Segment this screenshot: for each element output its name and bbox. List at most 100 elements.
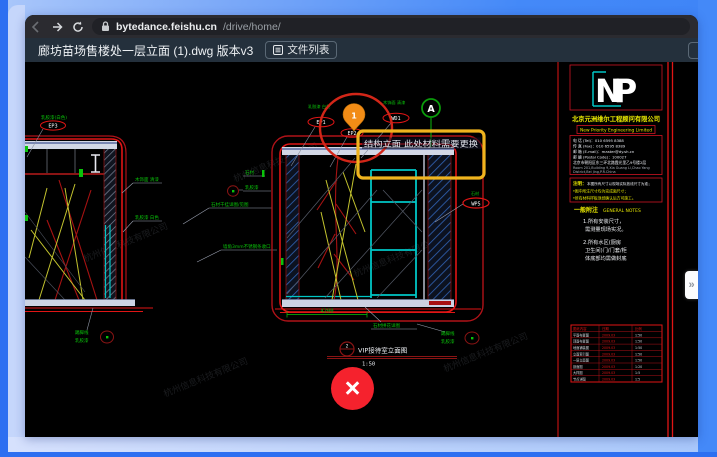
chevron-right-icon: » — [688, 279, 694, 291]
svg-text:1:50: 1:50 — [635, 352, 642, 356]
document-title: 廊坊苗场售楼处一层立面 (1).dwg 版本v3 — [38, 42, 253, 59]
svg-text:杭州信息科技有限公司: 杭州信息科技有限公司 — [232, 140, 320, 185]
file-list-button-label: 文件列表 — [287, 45, 329, 56]
svg-text:乳胶漆: 乳胶漆 — [441, 338, 455, 345]
comment-pin[interactable]: 1 — [343, 104, 365, 132]
contact-info: 电 话 (Tel)：010 6595 8388 传 真 (Fax)：010 65… — [570, 136, 662, 175]
close-icon: × — [345, 375, 361, 402]
close-preview-button[interactable]: × — [331, 367, 374, 410]
svg-text:VIP接待室立面图: VIP接待室立面图 — [358, 346, 407, 355]
svg-text:木饰面 清漆: 木饰面 清漆 — [135, 176, 159, 183]
sidebar-expand-button[interactable]: » — [685, 271, 698, 299]
middle-cyan-shelf-frame — [371, 170, 416, 298]
svg-text:平面布置图: 平面布置图 — [573, 332, 589, 337]
svg-text:杭州信息科技有限公司: 杭州信息科技有限公司 — [442, 330, 530, 375]
middle-hatch-left — [286, 155, 299, 300]
svg-text:杭州信息科技有限公司: 杭州信息科技有限公司 — [162, 355, 250, 400]
svg-text:EP3: EP3 — [48, 124, 57, 130]
comment-pin-number: 1 — [351, 112, 357, 121]
reload-icon — [72, 21, 84, 33]
svg-text:1:50: 1:50 — [635, 346, 642, 350]
svg-text:踢脚线: 踢脚线 — [441, 330, 455, 337]
left-ceiling-band — [25, 141, 117, 149]
reload-button[interactable] — [71, 20, 85, 34]
remarks-box: 注明： 本图所有尺寸以现场实际放线尺寸为准； *图中所注尺寸均为完成面尺寸； *… — [570, 178, 662, 202]
svg-text:1.所有安装尺寸，: 1.所有安装尺寸， — [583, 217, 624, 225]
svg-text:GENERAL NOTES: GENERAL NOTES — [603, 208, 641, 214]
svg-text:木饰面 清漆: 木饰面 清漆 — [383, 99, 405, 106]
title-block: NP 北京元洲维尔工程顾问有限公司 New Priority Engineeri… — [558, 62, 673, 437]
svg-text:2009.03: 2009.03 — [602, 365, 615, 369]
company-logo: NP — [593, 72, 637, 110]
svg-text:EP2: EP2 — [347, 131, 356, 137]
svg-text:大样图: 大样图 — [573, 370, 583, 375]
svg-text:*图中所注尺寸均为完成面尺寸；: *图中所注尺寸均为完成面尺寸； — [573, 189, 628, 194]
middle-branch-decor-yellow — [321, 164, 365, 300]
url-path: /drive/home/ — [223, 21, 281, 33]
svg-text:1:5: 1:5 — [635, 378, 640, 382]
svg-text:WP5: WP5 — [471, 202, 480, 208]
svg-text:传 真 (Fax)：010 6595 8389: 传 真 (Fax)：010 6595 8389 — [573, 144, 626, 149]
middle-floor-band — [282, 300, 454, 307]
forward-button[interactable] — [50, 20, 64, 34]
svg-text:2: 2 — [346, 344, 349, 350]
svg-text:乳胶漆(白色): 乳胶漆(白色) — [41, 114, 67, 121]
svg-text:NP: NP — [595, 72, 637, 110]
file-list-button[interactable]: 文件列表 — [265, 41, 337, 59]
svg-text:WD1: WD1 — [391, 116, 400, 122]
svg-text:体底部均需做封底: 体底部均需做封底 — [585, 254, 627, 262]
lock-icon — [101, 21, 110, 32]
svg-text:电 话 (Tel)：010 6595 8388: 电 话 (Tel)：010 6595 8388 — [573, 138, 624, 143]
svg-text:1:50: 1:50 — [635, 359, 642, 363]
svg-text:墙角3mm不锈钢条收口: 墙角3mm不锈钢条收口 — [223, 243, 271, 250]
svg-text:A: A — [427, 104, 435, 115]
svg-text:日期: 日期 — [602, 326, 609, 331]
forward-arrow-icon — [51, 21, 63, 33]
svg-text:District,Bei Jing,P.R.China: District,Bei Jing,P.R.China — [573, 170, 616, 174]
svg-text:需测量现场实况。: 需测量现场实况。 — [585, 225, 627, 233]
svg-text:乳胶漆 白色: 乳胶漆 白色 — [135, 214, 159, 221]
svg-text:一层立面图: 一层立面图 — [573, 358, 589, 363]
svg-text:2009.03: 2009.03 — [602, 333, 615, 337]
svg-text:2009.03: 2009.03 — [602, 371, 615, 375]
svg-text:石材: 石材 — [471, 190, 479, 196]
svg-text:2009.03: 2009.03 — [602, 340, 615, 344]
svg-text:2009.03: 2009.03 — [602, 359, 615, 363]
middle-skirting-label: 踢脚线 乳胶漆 — [441, 330, 479, 345]
desktop-edge-left — [0, 0, 8, 457]
svg-text:注明：: 注明： — [573, 180, 587, 187]
general-notes: 一般附注 GENERAL NOTES 1.所有安装尺寸， 需测量现场实况。 2.… — [574, 206, 641, 262]
between-spec-labels: 木饰面 清漆 乳胶漆 白色 石材 乳胶漆 石材干挂详图/见图 墙角3mm不锈钢条… — [122, 169, 277, 262]
left-skirting-label: 踢脚线 乳胶漆 — [75, 308, 114, 344]
svg-text:2009.03: 2009.03 — [602, 352, 615, 356]
svg-text:立面索引图: 立面索引图 — [573, 351, 589, 356]
left-elevation-drawing: 乳胶漆(白色) EP3 踢脚线 乳胶漆 — [25, 114, 153, 344]
svg-text:石材: 石材 — [245, 169, 254, 176]
browser-window: bytedance.feishu.cn/drive/home/ 廊坊苗场售楼处一… — [25, 15, 698, 437]
url-bar[interactable]: bytedance.feishu.cn/drive/home/ — [92, 18, 690, 35]
svg-text:剖面图: 剖面图 — [573, 364, 583, 369]
company-name-cn: 北京元洲维尔工程顾问有限公司 — [572, 114, 660, 123]
svg-text:比例: 比例 — [635, 326, 642, 331]
drawing-caption: 2 VIP接待室立面图 1:50 — [327, 342, 457, 368]
svg-text:1:20: 1:20 — [635, 365, 642, 369]
svg-text:一般附注: 一般附注 — [574, 206, 598, 214]
back-button[interactable] — [29, 20, 43, 34]
file-list-icon — [273, 45, 283, 55]
comment-note-text: 结构立面 此处材料需要更换 — [364, 139, 478, 149]
svg-text:1:50: 1:50 — [635, 340, 642, 344]
window-halo-bottom — [8, 437, 698, 452]
svg-text:*所有材料样板须经确认后方可施工。: *所有材料样板须经确认后方可施工。 — [573, 196, 636, 201]
left-floor-band — [25, 300, 135, 306]
window-halo-left — [8, 5, 25, 452]
company-name-en: New Priority Engineering Limited — [580, 128, 652, 133]
titlebar-edge-button[interactable] — [688, 42, 698, 59]
svg-text:乳胶漆: 乳胶漆 — [245, 184, 259, 191]
svg-text:4200: 4200 — [320, 309, 333, 315]
dwg-canvas[interactable]: 杭州信息科技有限公司 杭州信息科技有限公司 杭州信息科技有限公司 杭州信息科技有… — [25, 62, 698, 437]
svg-text:邮 箱 (E-mail)：master@dy.sh.cn: 邮 箱 (E-mail)：master@dy.sh.cn — [573, 149, 635, 154]
svg-text:1:50: 1:50 — [362, 362, 375, 368]
svg-text:本图所有尺寸以现场实际放线尺寸为准；: 本图所有尺寸以现场实际放线尺寸为准； — [587, 181, 652, 186]
steel-beam-symbol — [91, 155, 100, 172]
svg-text:2009.03: 2009.03 — [602, 346, 615, 350]
